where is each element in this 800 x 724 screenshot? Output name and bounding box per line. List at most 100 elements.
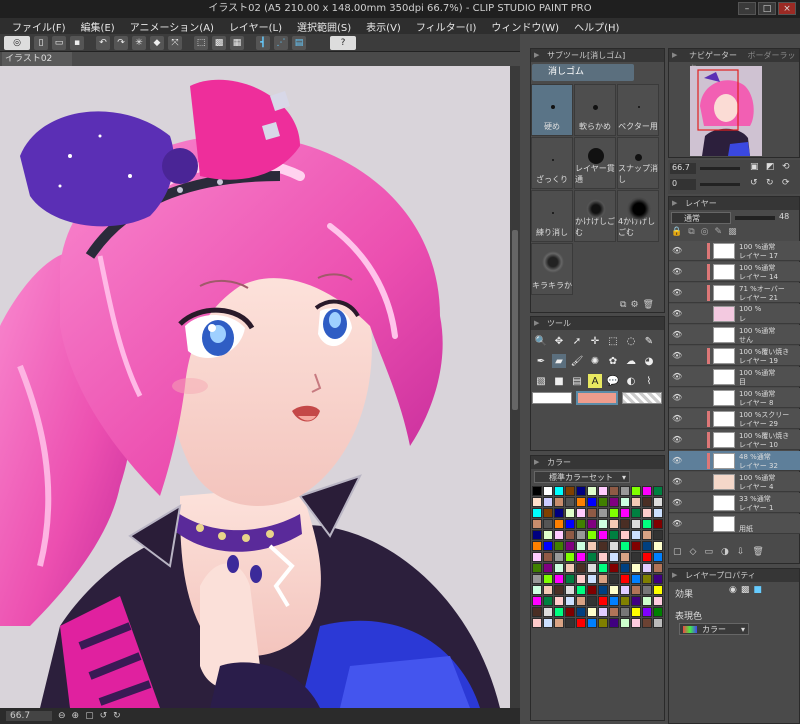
color-swatch[interactable]: [554, 519, 564, 529]
color-swatch[interactable]: [609, 530, 619, 540]
color-swatch[interactable]: [653, 486, 663, 496]
color-swatch[interactable]: [653, 530, 663, 540]
new-mask-icon[interactable]: ◑: [721, 547, 729, 557]
color-swatch[interactable]: [532, 541, 542, 551]
color-swatch[interactable]: [532, 607, 542, 617]
color-swatch[interactable]: [565, 607, 575, 617]
color-set-select[interactable]: 標準カラーセット ▾: [534, 471, 630, 483]
color-swatch[interactable]: [532, 519, 542, 529]
color-swatch[interactable]: [631, 574, 641, 584]
draft-icon[interactable]: ✎: [715, 227, 723, 239]
transform-icon[interactable]: ⤧: [168, 35, 182, 50]
snap-special-icon[interactable]: ⋰: [274, 35, 288, 50]
color-swatch[interactable]: [653, 563, 663, 573]
color-swatch[interactable]: [576, 530, 586, 540]
color-swatch[interactable]: [565, 497, 575, 507]
text-tool-icon[interactable]: A: [588, 374, 602, 388]
color-swatch[interactable]: [554, 563, 564, 573]
menu-window[interactable]: ウィンドウ(W): [491, 19, 559, 34]
color-swatch[interactable]: [631, 563, 641, 573]
brush-tool-icon[interactable]: 🖌: [570, 354, 584, 368]
balloon-icon[interactable]: 💬: [606, 374, 620, 388]
save-icon[interactable]: ▪: [70, 35, 84, 50]
color-swatch[interactable]: [587, 596, 597, 606]
color-swatch[interactable]: [543, 574, 553, 584]
color-swatch[interactable]: [598, 519, 608, 529]
color-swatch[interactable]: [543, 530, 553, 540]
zoom-input[interactable]: 66.7: [6, 711, 52, 721]
ruler-icon[interactable]: ◐: [624, 374, 638, 388]
navigator-zoom-input[interactable]: 66.7: [670, 163, 696, 174]
color-swatch[interactable]: [620, 541, 630, 551]
color-swatch[interactable]: [598, 552, 608, 562]
color-swatch[interactable]: [565, 508, 575, 518]
brush-sparkle[interactable]: キラキラか: [531, 243, 573, 295]
color-swatch[interactable]: [598, 585, 608, 595]
frame-icon[interactable]: ▤: [570, 374, 584, 388]
layer-row[interactable]: 👁 100 %通常目: [669, 367, 800, 387]
snap-grid-icon[interactable]: ▤: [292, 35, 306, 50]
color-swatch[interactable]: [543, 585, 553, 595]
lasso-tool-icon[interactable]: ◌: [624, 334, 638, 348]
color-swatch[interactable]: [620, 530, 630, 540]
correct-line-icon[interactable]: ⌇: [642, 374, 656, 388]
color-swatch[interactable]: [554, 585, 564, 595]
color-swatch[interactable]: [554, 497, 564, 507]
color-swatch[interactable]: [532, 486, 542, 496]
color-swatch[interactable]: [565, 563, 575, 573]
snap-ruler-icon[interactable]: ┫: [256, 35, 270, 50]
color-swatch[interactable]: [653, 541, 663, 551]
eye-icon[interactable]: 👁: [672, 288, 682, 298]
color-swatch[interactable]: [587, 618, 597, 628]
menu-layer[interactable]: レイヤー(L): [229, 19, 282, 34]
color-swatch[interactable]: [631, 541, 641, 551]
opacity-value[interactable]: 48: [779, 212, 789, 221]
color-swatch[interactable]: [609, 585, 619, 595]
color-swatch[interactable]: [631, 552, 641, 562]
menu-filter[interactable]: フィルター(I): [416, 19, 477, 34]
fill-icon[interactable]: ◆: [150, 35, 164, 50]
color-swatch[interactable]: [565, 596, 575, 606]
layer-row[interactable]: 👁 100 %通常 レイヤー 4: [669, 472, 800, 492]
color-swatch[interactable]: [587, 486, 597, 496]
merge-down-icon[interactable]: ⇩: [737, 547, 745, 557]
color-swatch[interactable]: [543, 486, 553, 496]
color-swatch[interactable]: [587, 585, 597, 595]
fill-tool-icon[interactable]: ◕: [642, 354, 656, 368]
color-swatch[interactable]: [543, 607, 553, 617]
decoration-icon[interactable]: ✿: [606, 354, 620, 368]
eye-icon[interactable]: 👁: [672, 393, 682, 403]
color-swatch[interactable]: [653, 508, 663, 518]
layer-row[interactable]: 👁 71 %オーバー レイヤー 21: [669, 283, 800, 303]
color-swatch[interactable]: [598, 596, 608, 606]
color-swatch[interactable]: [598, 497, 608, 507]
clear-icon[interactable]: ✳: [132, 35, 146, 50]
lock-icon[interactable]: 🔒: [671, 227, 682, 239]
undo-icon[interactable]: ↶: [96, 35, 110, 50]
show-area-icon[interactable]: ▦: [230, 35, 244, 50]
color-swatch[interactable]: [609, 574, 619, 584]
color-swatch[interactable]: [631, 508, 641, 518]
new-vector-layer-icon[interactable]: ◇: [690, 547, 697, 557]
brush-vector[interactable]: ベクター用: [617, 84, 659, 136]
color-swatch[interactable]: [631, 596, 641, 606]
settings-icon[interactable]: ⚙: [630, 300, 638, 310]
menu-selection[interactable]: 選択範囲(S): [297, 19, 351, 34]
copy-subtool-icon[interactable]: ⧉: [620, 300, 626, 310]
color-swatch[interactable]: [653, 552, 663, 562]
rotation-slider[interactable]: [700, 183, 740, 186]
color-swatch[interactable]: [587, 563, 597, 573]
color-swatch[interactable]: [642, 486, 652, 496]
color-swatch[interactable]: [642, 563, 652, 573]
layer-row[interactable]: 👁 100 %覆い焼き レイヤー 10: [669, 430, 800, 450]
color-swatch[interactable]: [565, 585, 575, 595]
color-swatch[interactable]: [587, 607, 597, 617]
color-swatch[interactable]: [642, 497, 652, 507]
document-tab[interactable]: イラスト02: [2, 52, 72, 66]
color-swatch[interactable]: [620, 596, 630, 606]
color-swatch[interactable]: [631, 607, 641, 617]
color-swatch[interactable]: [642, 618, 652, 628]
color-swatch[interactable]: [554, 596, 564, 606]
airbrush-icon[interactable]: ✺: [588, 354, 602, 368]
color-swatch[interactable]: [576, 585, 586, 595]
